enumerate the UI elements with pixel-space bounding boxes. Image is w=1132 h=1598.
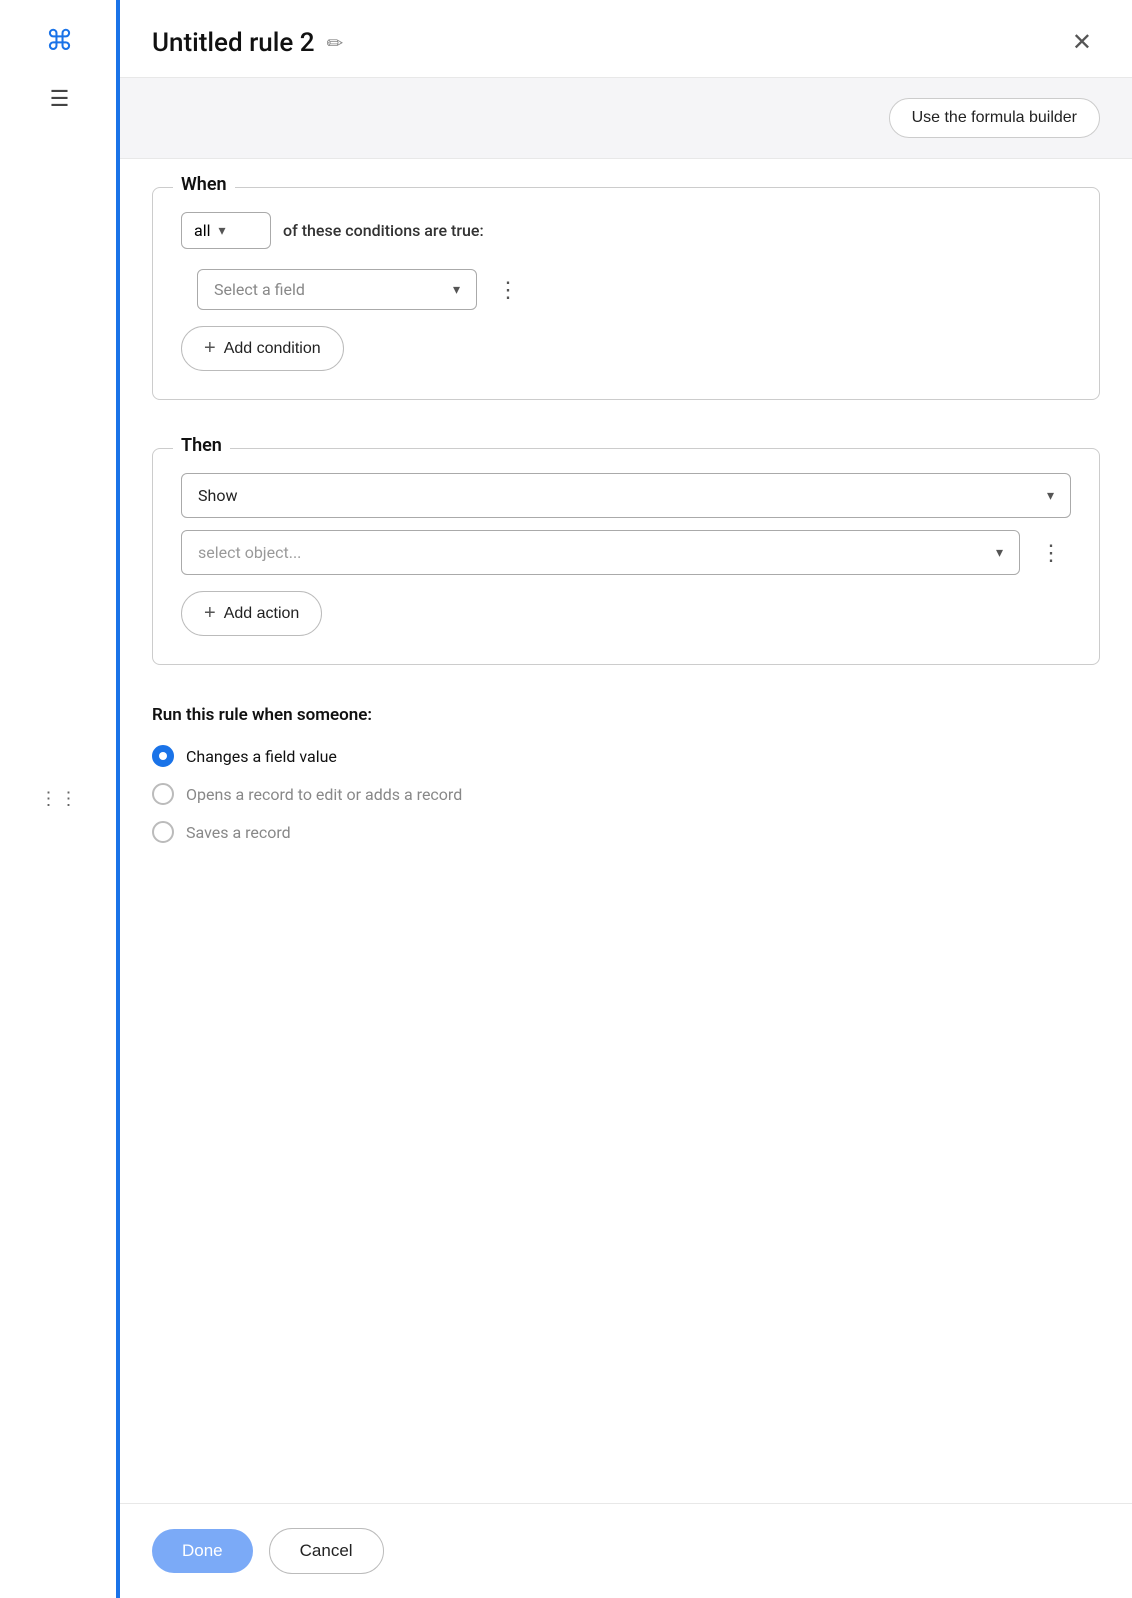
field-select-placeholder: Select a field (214, 280, 305, 299)
then-label: Then (173, 435, 230, 456)
radio-saves-record-circle[interactable] (152, 821, 174, 843)
content-area: When all ▾ of these conditions are true:… (120, 159, 1132, 1503)
main-icon[interactable]: ⌘ (46, 24, 74, 57)
header: Untitled rule 2 ✏ ✕ (120, 0, 1132, 78)
drag-handle-dots: ⋮⋮ (40, 789, 80, 810)
action-select-chevron: ▾ (1047, 488, 1054, 504)
action-select-dropdown[interactable]: Show ▾ (181, 473, 1071, 518)
formula-bar: Use the formula builder (120, 78, 1132, 159)
main-panel: Untitled rule 2 ✏ ✕ Use the formula buil… (120, 0, 1132, 1598)
all-option-text: all (194, 221, 210, 240)
add-condition-button[interactable]: + Add condition (181, 326, 344, 371)
field-select-row: Select a field ▾ ⋮ (197, 269, 1071, 310)
radio-changes-field-label: Changes a field value (186, 747, 337, 766)
object-more-options-button[interactable]: ⋮ (1032, 536, 1071, 570)
radio-group: Changes a field value Opens a record to … (152, 745, 1100, 843)
sidebar-border (116, 0, 120, 1598)
condition-description: of these conditions are true: (283, 221, 484, 240)
object-select-placeholder: select object... (198, 543, 301, 562)
all-dropdown[interactable]: all ▾ (181, 212, 271, 249)
radio-item-saves-record[interactable]: Saves a record (152, 821, 1100, 843)
all-dropdown-chevron: ▾ (218, 223, 225, 239)
when-label: When (173, 174, 235, 195)
cancel-button[interactable]: Cancel (269, 1528, 384, 1574)
then-section: Then Show ▾ select object... ▾ ⋮ + Add a… (152, 448, 1100, 665)
footer-buttons: Done Cancel (120, 1503, 1132, 1598)
edit-title-icon[interactable]: ✏ (327, 31, 344, 55)
radio-opens-record-label: Opens a record to edit or adds a record (186, 785, 462, 804)
header-title-group: Untitled rule 2 ✏ (152, 28, 343, 58)
add-action-plus-icon: + (204, 602, 216, 625)
add-condition-label: Add condition (224, 340, 321, 358)
formula-builder-button[interactable]: Use the formula builder (889, 98, 1100, 138)
then-section-box: Then Show ▾ select object... ▾ ⋮ + Add a… (152, 448, 1100, 665)
object-select-chevron: ▾ (996, 545, 1003, 561)
field-select-dropdown[interactable]: Select a field ▾ (197, 269, 477, 310)
add-condition-plus-icon: + (204, 337, 216, 360)
run-title: Run this rule when someone: (152, 705, 1100, 725)
object-select-dropdown[interactable]: select object... ▾ (181, 530, 1020, 575)
radio-opens-record-circle[interactable] (152, 783, 174, 805)
run-section: Run this rule when someone: Changes a fi… (152, 705, 1100, 843)
radio-item-opens-record[interactable]: Opens a record to edit or adds a record (152, 783, 1100, 805)
when-section: When all ▾ of these conditions are true:… (152, 187, 1100, 400)
close-button[interactable]: ✕ (1064, 24, 1100, 61)
menu-icon[interactable]: ☰ (50, 89, 70, 111)
radio-item-changes-field[interactable]: Changes a field value (152, 745, 1100, 767)
when-section-box: When all ▾ of these conditions are true:… (152, 187, 1100, 400)
add-action-button[interactable]: + Add action (181, 591, 322, 636)
radio-saves-record-label: Saves a record (186, 823, 291, 842)
object-select-row: select object... ▾ ⋮ (181, 530, 1071, 575)
show-option-text: Show (198, 486, 237, 505)
field-more-options-button[interactable]: ⋮ (489, 273, 528, 307)
add-action-label: Add action (224, 605, 300, 623)
condition-row: all ▾ of these conditions are true: (181, 212, 1071, 249)
radio-changes-field-circle[interactable] (152, 745, 174, 767)
rule-title: Untitled rule 2 (152, 28, 315, 58)
done-button[interactable]: Done (152, 1529, 253, 1573)
field-select-chevron: ▾ (453, 282, 460, 298)
